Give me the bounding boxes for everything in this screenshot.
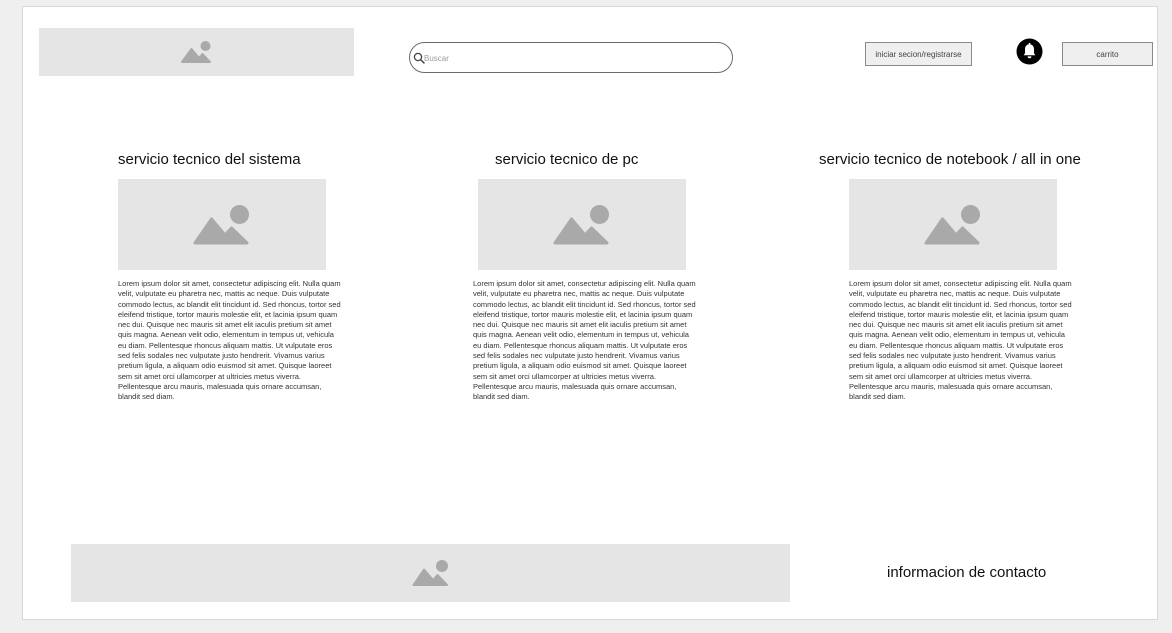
- login-register-button[interactable]: iniciar secion/registrarse: [865, 42, 972, 66]
- bell-icon[interactable]: [1016, 38, 1043, 65]
- service-description: Lorem ipsum dolor sit amet, consectetur …: [849, 279, 1072, 402]
- service-title: servicio tecnico del sistema: [118, 151, 301, 168]
- image-placeholder-icon: [180, 41, 211, 63]
- service-title: servicio tecnico de pc: [495, 151, 639, 168]
- service-image: [849, 179, 1057, 270]
- search-bar[interactable]: [409, 42, 733, 73]
- service-description: Lorem ipsum dolor sit amet, consectetur …: [473, 279, 696, 402]
- cart-button[interactable]: carrito: [1062, 42, 1153, 66]
- service-image: [118, 179, 326, 270]
- image-placeholder-icon: [193, 204, 249, 244]
- logo-image[interactable]: [39, 28, 354, 76]
- service-title: servicio tecnico de notebook / all in on…: [819, 151, 1081, 168]
- service-image: [478, 179, 686, 270]
- image-placeholder-icon: [553, 204, 609, 244]
- service-description: Lorem ipsum dolor sit amet, consectetur …: [118, 279, 341, 402]
- footer-banner-image: [71, 544, 790, 602]
- contact-info-link[interactable]: informacion de contacto: [887, 564, 1046, 582]
- image-placeholder-icon: [924, 204, 980, 244]
- image-placeholder-icon: [412, 560, 448, 586]
- search-input[interactable]: [424, 50, 724, 66]
